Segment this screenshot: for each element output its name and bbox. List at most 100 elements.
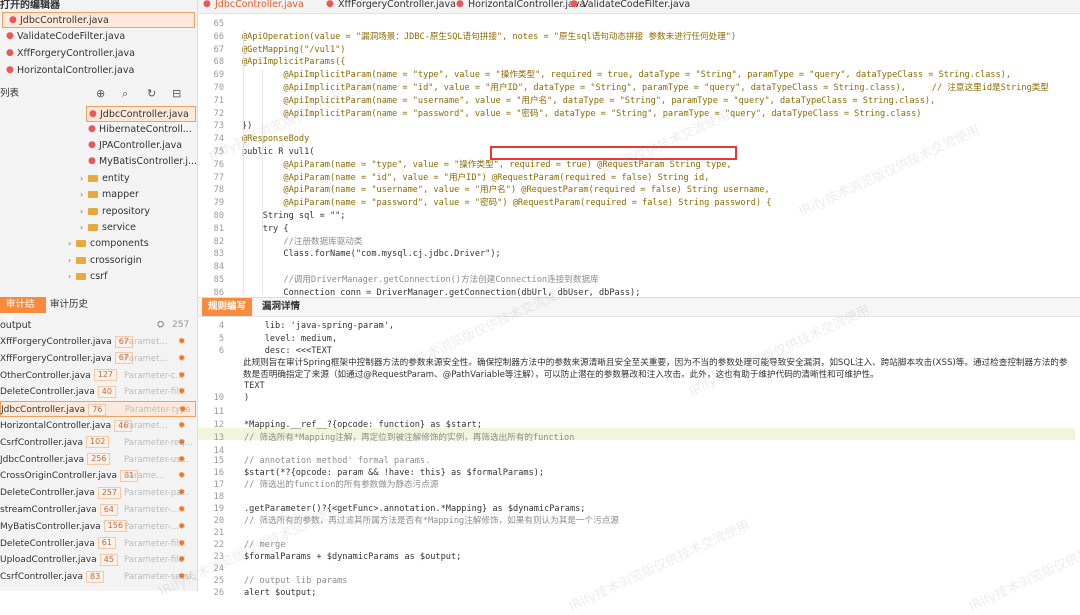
editor-tab[interactable]: ● HorizontalController.java — [454, 0, 585, 12]
explorer-file-item[interactable]: ● HibernateControll... — [86, 122, 196, 138]
explorer-folder-item[interactable]: › crossorigin — [68, 253, 142, 269]
explorer-file-item[interactable]: ● MyBatisController.j... — [86, 154, 198, 170]
tab-rule-editor[interactable]: 规则编写 — [202, 298, 253, 316]
explorer-folder-item[interactable]: › csrf — [68, 269, 107, 285]
explorer-folder-item[interactable]: › mapper — [80, 187, 139, 203]
result-row[interactable]: OtherController.java 127 Parameter-c... ✹ — [0, 368, 196, 384]
code-text: String sql = ""; — [242, 211, 346, 221]
open-file-item[interactable]: ● JdbcController.java — [2, 12, 195, 28]
open-file-item[interactable]: ● XffForgeryController.java — [0, 46, 196, 62]
rule-text: desc: <<<TEXT — [244, 346, 332, 356]
result-row[interactable]: XffForgeryController.java 67 Paramet... ✹ — [0, 351, 196, 367]
search-icon[interactable]: ⌕ — [122, 86, 128, 102]
line-number: 19 — [213, 504, 224, 514]
result-row[interactable]: UploadController.java 45 Parameter-file ✹ — [0, 552, 196, 568]
explorer-folder-item[interactable]: › repository — [80, 204, 150, 220]
java-file-icon: ● — [570, 0, 578, 9]
line-number: 15 — [213, 456, 224, 466]
tab-audit-results[interactable]: 审计结果 — [0, 297, 46, 326]
code-text: @ApiImplicitParams({ — [242, 57, 346, 68]
result-file: JdbcController.java — [0, 454, 85, 465]
rule-line: 5 level: medium, — [198, 333, 1080, 345]
filter-icon[interactable]: ⛭ — [157, 320, 164, 330]
explorer-folder-item[interactable]: › service — [80, 220, 136, 236]
result-rule-type: Paramet... — [124, 421, 168, 431]
java-file-icon: ● — [9, 15, 17, 25]
result-row[interactable]: MyBatisController.java 156 Parameter-... ✹ — [0, 519, 196, 535]
code-line: 67 @GetMapping("/vul1") — [198, 44, 1080, 56]
editor-tab[interactable]: ● XffForgeryController.java — [324, 0, 456, 12]
result-row[interactable]: HorizontalController.java 46 Paramet... ✹ — [0, 418, 196, 434]
open-file-label: JdbcController.java — [20, 15, 109, 26]
explorer-folder-label: mapper — [102, 189, 139, 201]
explorer-folder-item[interactable]: › entity — [80, 171, 130, 187]
code-text: Class.forName("com.mysql.cj.jdbc.Driver"… — [242, 249, 501, 260]
rule-line: 15 // annotation method' formal params. — [198, 455, 1080, 467]
result-row[interactable]: DeleteController.java 257 Parameter-pa... ✹ — [0, 485, 196, 501]
code-text: try { — [242, 223, 289, 234]
java-file-icon: ● — [88, 124, 96, 134]
editor-tab[interactable]: ● JdbcController.java — [201, 0, 304, 12]
rule-text: alert $output; — [244, 588, 317, 598]
line-number: 4 — [218, 321, 224, 331]
line-number: 16 — [213, 468, 224, 478]
line-number: 72 — [213, 108, 224, 119]
output-count: 257 — [172, 320, 190, 330]
line-number: 83 — [213, 249, 224, 260]
result-line-badge: 76 — [88, 403, 107, 416]
tab-audit-history[interactable]: 审计历史 — [44, 297, 94, 313]
open-file-item[interactable]: ● ValidateCodeFilter.java — [0, 29, 196, 45]
result-file: DeleteController.java — [0, 488, 95, 499]
code-line: 79 @ApiParam(name = "password", value = … — [198, 197, 1080, 209]
folder-icon — [88, 175, 98, 182]
explorer-folder-label: repository — [102, 205, 151, 217]
chevron-right-icon: › — [68, 271, 72, 281]
bug-icon: ✹ — [178, 437, 186, 448]
rule-text: $formalParams + $dynamicParams as $outpu… — [244, 552, 462, 562]
collapse-icon[interactable]: ⊟ — [172, 86, 181, 102]
code-line: 85 //调用DriverManager.getConnection()方法创建… — [198, 274, 1080, 286]
result-file: CrossOriginController.java — [0, 471, 118, 482]
rule-line: 4 lib: 'java-spring-param', — [198, 320, 1080, 332]
rule-text: // 筛选出的function的所有参数做为静态污点源 — [244, 480, 439, 490]
result-line-badge: 102 — [86, 436, 110, 449]
result-row[interactable]: streamController.java 64 Parameter-... ✹ — [0, 502, 196, 518]
line-number: 17 — [213, 480, 224, 490]
result-file: HorizontalController.java — [0, 421, 112, 431]
rule-line: 17 // 筛选出的function的所有参数做为静态污点源 — [198, 479, 1080, 491]
result-rule-type: Parameter-file — [124, 555, 184, 566]
code-line: 77 @ApiParam(name = "id", value = "用户ID"… — [198, 172, 1080, 184]
bug-icon: ✹ — [178, 370, 186, 381]
result-row[interactable]: XffForgeryController.java 67 Paramet... ✹ — [0, 334, 196, 350]
refresh-icon[interactable]: ↻ — [147, 86, 156, 102]
result-row[interactable]: DeleteController.java 40 Parameter-fil... ✹ — [0, 384, 196, 400]
folder-icon — [76, 272, 86, 280]
explorer-folder-item[interactable]: › components — [68, 236, 149, 252]
rule-text: // output lib params — [244, 576, 348, 586]
explorer-file-label: MyBatisController.j... — [99, 156, 198, 167]
result-row[interactable]: JdbcController.java 256 Parameter-us... ✹ — [0, 452, 196, 468]
chevron-right-icon: › — [68, 239, 72, 249]
java-file-icon: ● — [6, 31, 14, 41]
rule-line: TEXT — [198, 380, 1080, 392]
editor-tab[interactable]: ● ValidateCodeFilter.java — [568, 0, 690, 12]
open-file-item[interactable]: ● HorizontalController.java — [0, 63, 196, 79]
result-row[interactable]: CrossOriginController.java 81 Parame... ✹ — [0, 468, 196, 484]
rule-text: $start(*?{opcode: param && !have: this} … — [244, 468, 545, 478]
bottom-tabs: 规则编写 漏洞详情 — [198, 297, 1080, 317]
editor-tabs: ● JdbcController.java ● XffForgeryControlle… — [198, 0, 1080, 14]
line-number: 66 — [213, 31, 224, 42]
target-icon[interactable]: ⊕ — [96, 86, 105, 102]
bug-icon: ✹ — [178, 387, 186, 398]
explorer-file-item[interactable]: ● JPAController.java — [86, 138, 196, 154]
explorer-file-item[interactable]: ● JdbcController.java — [86, 106, 196, 122]
result-row[interactable]: DeleteController.java 61 Parameter-fil... ✹ — [0, 536, 196, 552]
code-line: 84 — [198, 261, 1080, 273]
open-file-label: HorizontalController.java — [17, 65, 135, 76]
explorer-header: 列表 ⊕ ⌕ ↻ ⊟ — [0, 86, 196, 102]
result-row[interactable]: CsrfController.java 102 Parameter-req... ✹ — [0, 435, 196, 451]
editor-tab-label: JdbcController.java — [215, 0, 304, 10]
result-row[interactable]: JdbcController.java 76 Parameter-type ✹ — [0, 401, 196, 418]
tab-vuln-details[interactable]: 漏洞详情 — [256, 298, 306, 316]
rule-line: 13 // 筛选所有*Mapping注解，再定位到被注解修饰的实例，再筛选出所有的… — [198, 432, 1080, 444]
